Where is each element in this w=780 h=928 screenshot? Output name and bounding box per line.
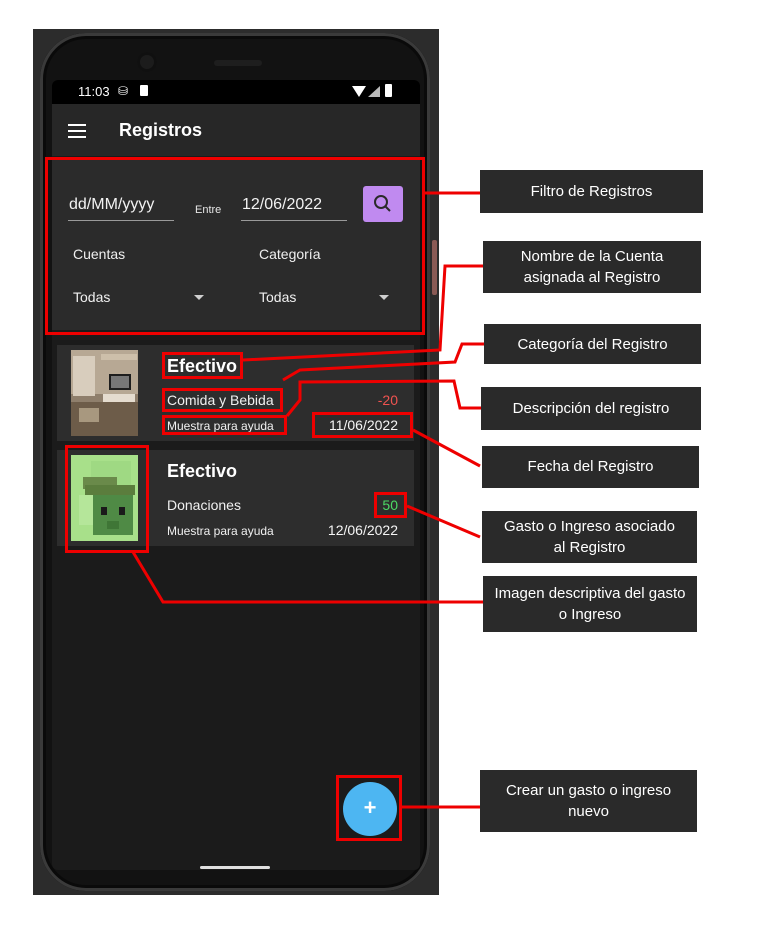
callout-description: Descripción del registro bbox=[481, 387, 701, 430]
category-highlight-box bbox=[162, 388, 283, 412]
description-highlight-box bbox=[162, 415, 287, 435]
callout-create: Crear un gasto o ingreso nuevo bbox=[480, 770, 697, 832]
callout-date: Fecha del Registro bbox=[482, 446, 699, 488]
callout-image: Imagen descriptiva del gasto o Ingreso bbox=[483, 576, 697, 632]
callout-amount: Gasto o Ingreso asociado al Registro bbox=[482, 511, 697, 563]
account-highlight-box bbox=[162, 352, 243, 379]
date-highlight-box bbox=[312, 412, 413, 438]
fab-highlight-box bbox=[336, 775, 402, 841]
callout-filter: Filtro de Registros bbox=[480, 170, 703, 213]
amount-highlight-box bbox=[374, 492, 407, 518]
image-highlight-box bbox=[65, 445, 149, 553]
callout-category: Categoría del Registro bbox=[484, 324, 701, 364]
filter-highlight-box bbox=[45, 157, 425, 335]
callout-account-name: Nombre de la Cuenta asignada al Registro bbox=[483, 241, 701, 293]
